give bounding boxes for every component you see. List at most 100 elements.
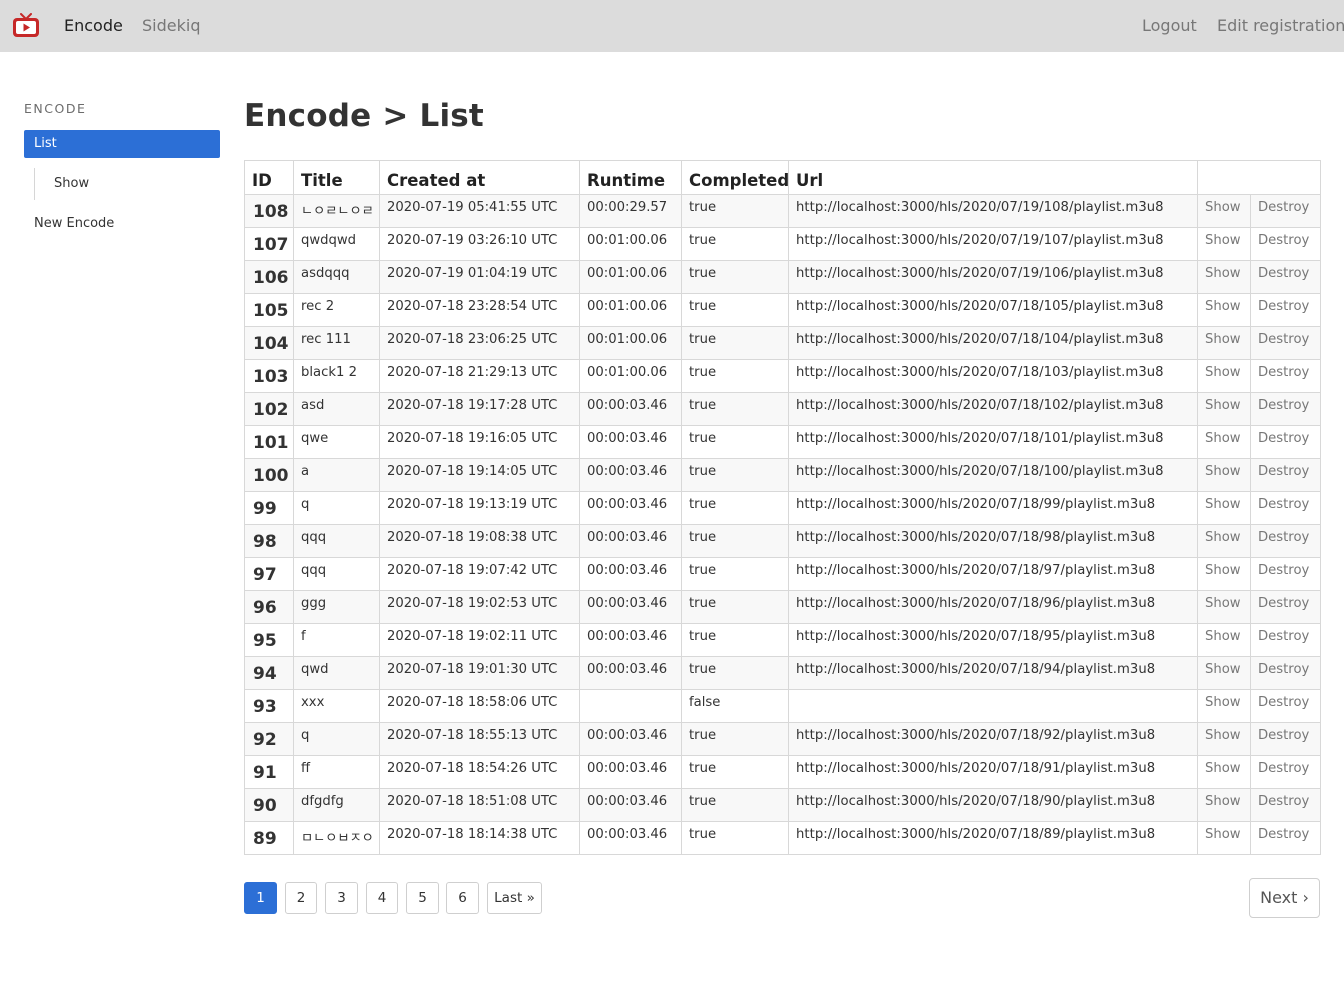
logout-link[interactable]: Logout [1142, 0, 1197, 52]
destroy-link[interactable]: Destroy [1250, 689, 1321, 723]
cell-id: 91 [244, 755, 294, 789]
sidebar-heading: ENCODE [24, 101, 87, 116]
destroy-link[interactable]: Destroy [1250, 590, 1321, 624]
page-button-3[interactable]: 3 [325, 882, 358, 914]
cell-runtime: 00:01:00.06 [579, 260, 682, 294]
show-link[interactable]: Show [1197, 557, 1251, 591]
cell-runtime: 00:01:00.06 [579, 293, 682, 327]
table-row: 90 dfgdfg 2020-07-18 18:51:08 UTC 00:00:03.… [244, 788, 1321, 822]
cell-title: qwdqwd [293, 227, 380, 261]
show-link[interactable]: Show [1197, 425, 1251, 459]
column-header-url: Url [788, 160, 1198, 195]
table-row: 99 q 2020-07-18 19:13:19 UTC 00:00:03.46 tru… [244, 491, 1321, 525]
destroy-link[interactable]: Destroy [1250, 821, 1321, 855]
table-row: 106 asdqqq 2020-07-19 01:04:19 UTC 00:01:00… [244, 260, 1321, 294]
cell-url: http://localhost:3000/hls/2020/07/19/106… [788, 260, 1198, 294]
destroy-link[interactable]: Destroy [1250, 326, 1321, 360]
cell-id: 96 [244, 590, 294, 624]
destroy-link[interactable]: Destroy [1250, 293, 1321, 327]
destroy-link[interactable]: Destroy [1250, 557, 1321, 591]
page-button-1[interactable]: 1 [244, 882, 277, 914]
page-button-5[interactable]: 5 [406, 882, 439, 914]
destroy-link[interactable]: Destroy [1250, 194, 1321, 228]
last-page-button[interactable]: Last » [487, 882, 542, 914]
show-link[interactable]: Show [1197, 260, 1251, 294]
cell-title: rec 2 [293, 293, 380, 327]
table-row: 95 f 2020-07-18 19:02:11 UTC 00:00:03.46 tru… [244, 623, 1321, 657]
show-link[interactable]: Show [1197, 656, 1251, 690]
cell-id: 90 [244, 788, 294, 822]
cell-id: 95 [244, 623, 294, 657]
video-tv-logo-icon[interactable] [12, 13, 40, 39]
show-link[interactable]: Show [1197, 722, 1251, 756]
cell-title: a [293, 458, 380, 492]
destroy-link[interactable]: Destroy [1250, 722, 1321, 756]
table-row: 94 qwd 2020-07-18 19:01:30 UTC 00:00:03.46 t… [244, 656, 1321, 690]
cell-runtime: 00:00:03.46 [579, 788, 682, 822]
show-link[interactable]: Show [1197, 227, 1251, 261]
cell-created-at: 2020-07-18 18:14:38 UTC [379, 821, 580, 855]
table-row: 101 qwe 2020-07-18 19:16:05 UTC 00:00:03.46… [244, 425, 1321, 459]
cell-url: http://localhost:3000/hls/2020/07/18/94/… [788, 656, 1198, 690]
show-link[interactable]: Show [1197, 524, 1251, 558]
page-button-2[interactable]: 2 [285, 882, 317, 914]
nav-link-sidekiq[interactable]: Sidekiq [142, 0, 200, 52]
cell-completed: true [681, 491, 789, 525]
destroy-link[interactable]: Destroy [1250, 623, 1321, 657]
cell-url: http://localhost:3000/hls/2020/07/18/103… [788, 359, 1198, 393]
cell-runtime: 00:01:00.06 [579, 359, 682, 393]
destroy-link[interactable]: Destroy [1250, 359, 1321, 393]
table-row: 108 ㄴㅇㄹㄴㅇㄹ 2020-07-19 05:41:55 UTC 00:00:29… [244, 194, 1321, 228]
table-row: 107 qwdqwd 2020-07-19 03:26:10 UTC 00:01:00… [244, 227, 1321, 261]
show-link[interactable]: Show [1197, 788, 1251, 822]
column-header-runtime: Runtime [579, 160, 682, 195]
nav-link-encode[interactable]: Encode [64, 0, 123, 52]
show-link[interactable]: Show [1197, 326, 1251, 360]
show-link[interactable]: Show [1197, 755, 1251, 789]
destroy-link[interactable]: Destroy [1250, 425, 1321, 459]
edit-registration-link[interactable]: Edit registration [1217, 0, 1344, 52]
cell-title: xxx [293, 689, 380, 723]
table-row: 103 black1 2 2020-07-18 21:29:13 UTC 00:01:… [244, 359, 1321, 393]
sidebar-item-show[interactable]: Show [34, 168, 89, 200]
table-row: 96 ggg 2020-07-18 19:02:53 UTC 00:00:03.46 t… [244, 590, 1321, 624]
cell-id: 101 [244, 425, 294, 459]
cell-title: qqq [293, 557, 380, 591]
destroy-link[interactable]: Destroy [1250, 755, 1321, 789]
cell-title: q [293, 722, 380, 756]
destroy-link[interactable]: Destroy [1250, 458, 1321, 492]
cell-completed: true [681, 260, 789, 294]
table-row: 89 ㅁㄴㅇㅂㅈㅇ 2020-07-18 18:14:38 UTC 00:00:03.… [244, 821, 1321, 855]
sidebar-item-new-encode[interactable]: New Encode [34, 214, 114, 234]
next-page-button[interactable]: Next › [1249, 878, 1320, 918]
cell-url: http://localhost:3000/hls/2020/07/18/102… [788, 392, 1198, 426]
cell-completed: true [681, 656, 789, 690]
cell-created-at: 2020-07-18 23:28:54 UTC [379, 293, 580, 327]
destroy-link[interactable]: Destroy [1250, 392, 1321, 426]
show-link[interactable]: Show [1197, 458, 1251, 492]
table-row: 105 rec 2 2020-07-18 23:28:54 UTC 00:01:00.… [244, 293, 1321, 327]
show-link[interactable]: Show [1197, 623, 1251, 657]
show-link[interactable]: Show [1197, 293, 1251, 327]
cell-completed: true [681, 590, 789, 624]
show-link[interactable]: Show [1197, 194, 1251, 228]
destroy-link[interactable]: Destroy [1250, 491, 1321, 525]
page-button-6[interactable]: 6 [446, 882, 479, 914]
cell-created-at: 2020-07-19 03:26:10 UTC [379, 227, 580, 261]
cell-title: q [293, 491, 380, 525]
destroy-link[interactable]: Destroy [1250, 656, 1321, 690]
cell-title: qwe [293, 425, 380, 459]
show-link[interactable]: Show [1197, 590, 1251, 624]
show-link[interactable]: Show [1197, 359, 1251, 393]
show-link[interactable]: Show [1197, 821, 1251, 855]
show-link[interactable]: Show [1197, 689, 1251, 723]
sidebar-item-list[interactable]: List [24, 130, 220, 158]
destroy-link[interactable]: Destroy [1250, 788, 1321, 822]
destroy-link[interactable]: Destroy [1250, 260, 1321, 294]
cell-id: 94 [244, 656, 294, 690]
show-link[interactable]: Show [1197, 392, 1251, 426]
show-link[interactable]: Show [1197, 491, 1251, 525]
destroy-link[interactable]: Destroy [1250, 227, 1321, 261]
destroy-link[interactable]: Destroy [1250, 524, 1321, 558]
page-button-4[interactable]: 4 [366, 882, 398, 914]
